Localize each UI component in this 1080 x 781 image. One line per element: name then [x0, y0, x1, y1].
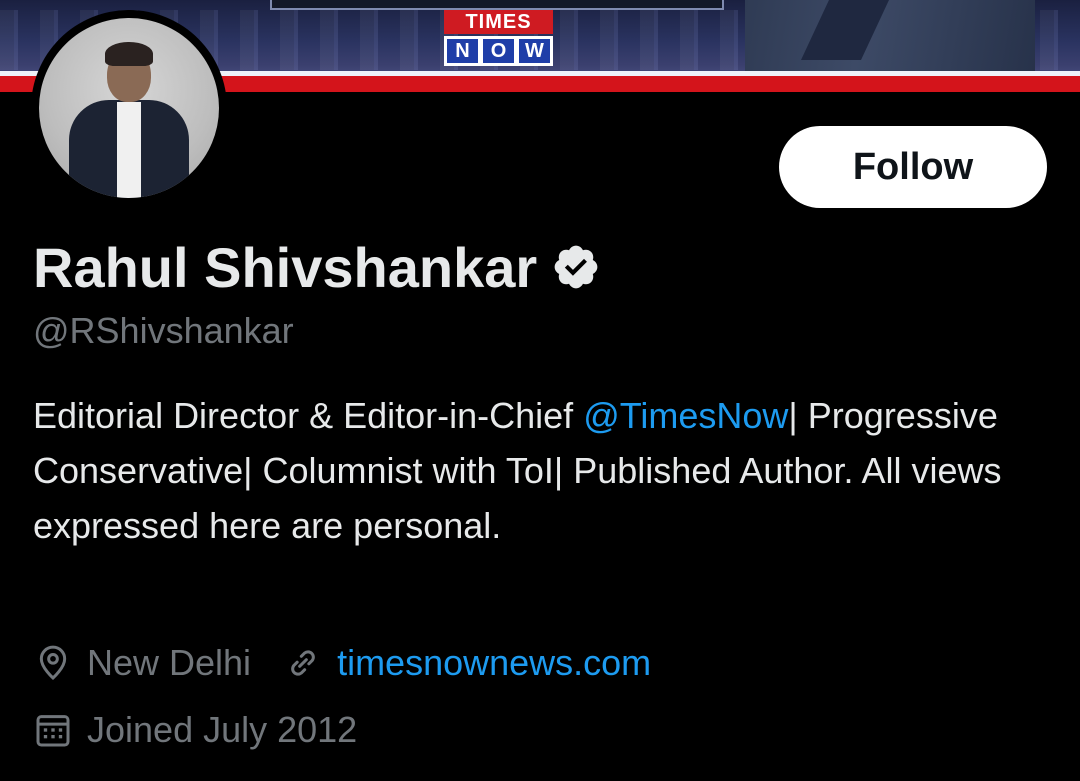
profile-joined-date: Joined July 2012 [87, 709, 358, 750]
profile-website-link[interactable]: timesnownews.com [337, 642, 651, 684]
banner-frame [270, 0, 724, 10]
profile-joined-row: Joined July 2012 [33, 704, 357, 756]
avatar[interactable] [31, 10, 227, 206]
profile-name: Rahul Shivshankar [33, 235, 538, 299]
profile-meta-row: New Delhi timesnownews.com [33, 637, 651, 689]
calendar-icon [36, 715, 70, 747]
follow-button[interactable]: Follow [779, 126, 1047, 208]
bio-mention-link[interactable]: @TimesNow [583, 395, 788, 436]
times-now-logo: TIMES N O W [444, 10, 553, 66]
profile-bio: Editorial Director & Editor-in-Chief @Ti… [33, 395, 1002, 546]
profile-handle: @RShivshankar [33, 310, 294, 351]
location-pin-icon [39, 645, 67, 681]
verified-badge-icon[interactable] [551, 242, 601, 292]
profile-name-row: Rahul Shivshankar [33, 232, 601, 302]
banner-person-image [745, 0, 1035, 80]
profile-location: New Delhi [87, 642, 252, 683]
link-icon [291, 650, 315, 676]
